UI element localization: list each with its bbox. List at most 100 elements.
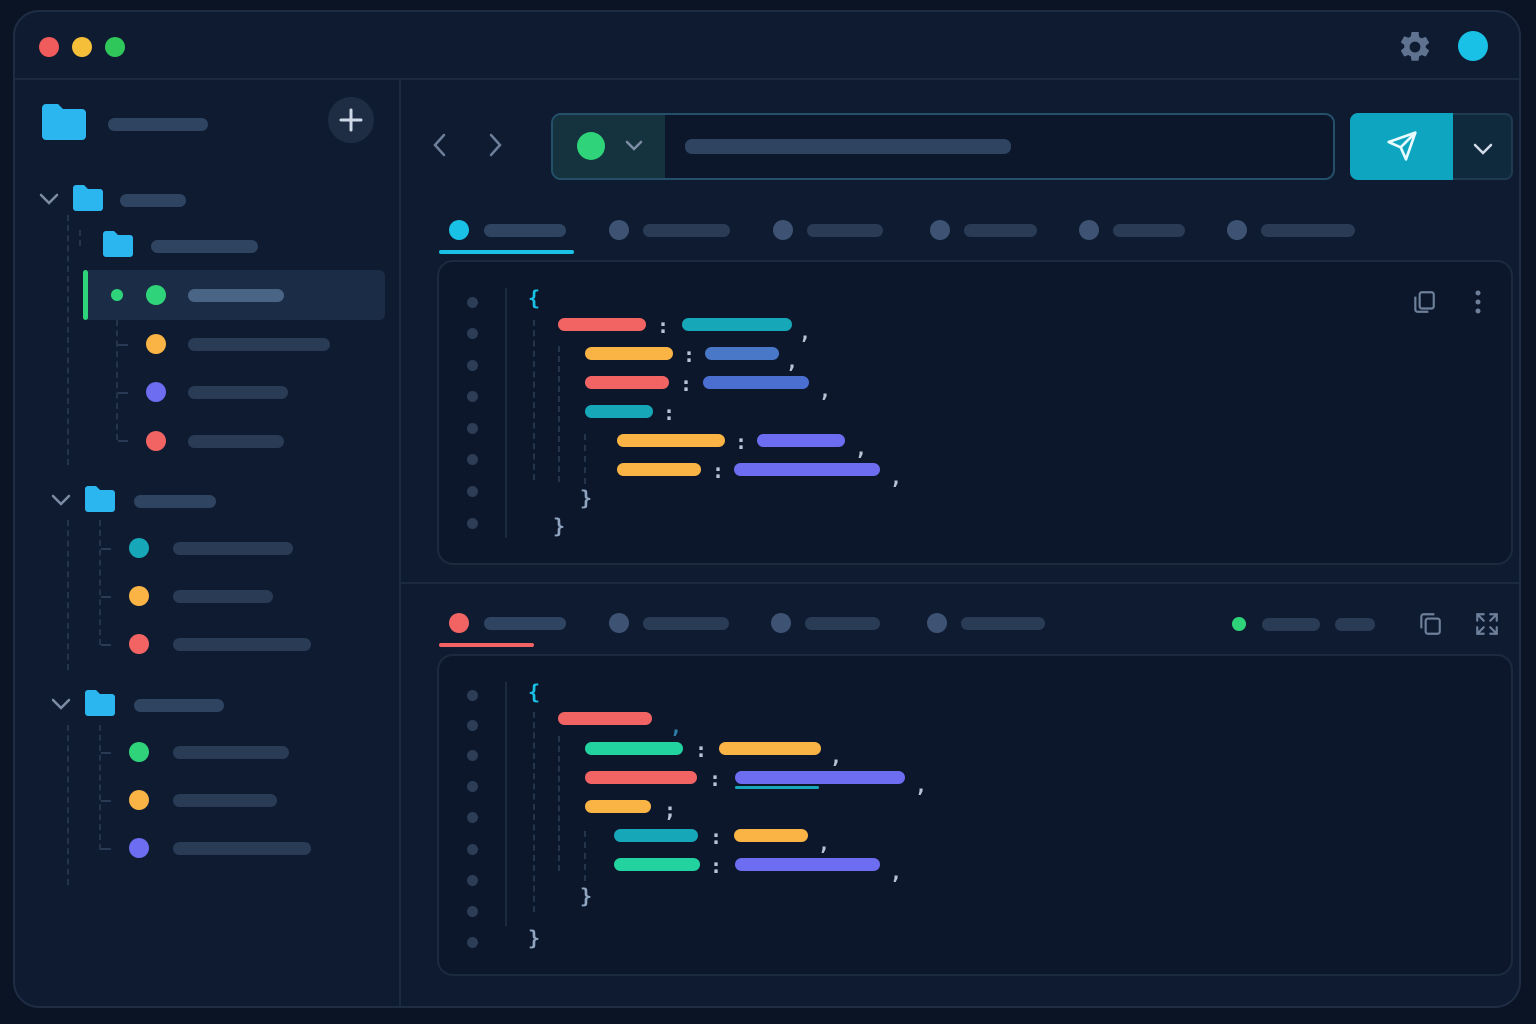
tab-icon xyxy=(773,220,793,240)
line-number xyxy=(467,812,478,823)
json-key xyxy=(585,771,697,784)
request-name[interactable] xyxy=(173,746,289,759)
open-brace: { xyxy=(528,680,541,704)
chevron-down-icon[interactable] xyxy=(51,697,71,711)
line-number xyxy=(467,875,478,886)
request-status-dot[interactable] xyxy=(146,431,166,451)
line-number xyxy=(467,454,478,465)
request-status-dot[interactable] xyxy=(146,334,166,354)
plus-icon xyxy=(339,108,363,132)
tab-1[interactable] xyxy=(439,200,575,255)
json-key xyxy=(558,712,652,725)
close-window-button[interactable] xyxy=(39,37,59,57)
request-body-editor[interactable]: { : , : , : , : : , : ,}} xyxy=(437,260,1513,565)
colon: : xyxy=(712,459,725,483)
collection-name[interactable] xyxy=(134,495,216,508)
gutter-divider xyxy=(505,288,507,538)
tab-3[interactable] xyxy=(771,595,883,650)
request-status-dot[interactable] xyxy=(146,382,166,402)
tree-guide xyxy=(99,520,101,645)
comma: , xyxy=(890,860,903,884)
json-key xyxy=(585,405,653,418)
tab-4[interactable] xyxy=(927,595,1047,650)
pane-divider[interactable] xyxy=(401,582,1519,584)
request-status-dot[interactable] xyxy=(129,742,149,762)
tree-branch xyxy=(101,596,111,598)
send-options-button[interactable] xyxy=(1453,113,1513,180)
method-selector[interactable] xyxy=(553,115,665,178)
chevron-left-icon[interactable] xyxy=(432,132,448,158)
json-key xyxy=(585,347,673,360)
tab-label xyxy=(807,224,883,237)
request-name[interactable] xyxy=(173,638,311,651)
tab-label xyxy=(961,617,1045,630)
chevron-down-icon[interactable] xyxy=(51,493,71,507)
tab-icon xyxy=(609,220,629,240)
request-status-dot[interactable] xyxy=(129,838,149,858)
request-status-dot xyxy=(146,285,166,305)
avatar[interactable] xyxy=(1458,31,1488,61)
tree-branch xyxy=(118,392,128,394)
comma: , xyxy=(799,320,812,344)
chevron-down-icon[interactable] xyxy=(39,192,59,206)
collection-name[interactable] xyxy=(120,194,186,207)
line-number xyxy=(467,391,478,402)
copy-icon[interactable] xyxy=(1411,288,1437,316)
tree-guide xyxy=(67,215,69,465)
tab-1[interactable] xyxy=(439,595,575,650)
method-status-dot xyxy=(577,132,605,160)
tab-label xyxy=(484,224,566,237)
tab-3[interactable] xyxy=(773,200,885,255)
json-key xyxy=(558,318,646,331)
tab-2[interactable] xyxy=(609,200,734,255)
send-button[interactable] xyxy=(1350,113,1453,180)
tab-icon xyxy=(449,613,469,633)
request-name[interactable] xyxy=(188,386,288,399)
chevron-right-icon[interactable] xyxy=(487,132,503,158)
line-number xyxy=(467,750,478,761)
request-name[interactable] xyxy=(173,842,311,855)
request-name[interactable] xyxy=(173,794,277,807)
response-status xyxy=(1262,618,1320,631)
add-button[interactable] xyxy=(328,97,374,143)
copy-icon[interactable] xyxy=(1417,610,1443,638)
collection-name[interactable] xyxy=(134,699,224,712)
response-body-viewer[interactable]: { , : , : , ; : , : ,}} xyxy=(437,654,1513,976)
url-bar[interactable] xyxy=(551,113,1335,180)
folder-icon xyxy=(85,690,115,716)
request-status-dot[interactable] xyxy=(129,634,149,654)
gear-icon[interactable] xyxy=(1397,29,1433,65)
request-name[interactable] xyxy=(173,590,273,603)
tree-branch xyxy=(101,752,111,754)
minimize-window-button[interactable] xyxy=(72,37,92,57)
json-value xyxy=(734,463,880,476)
subfolder-name[interactable] xyxy=(151,240,258,253)
comma: , xyxy=(818,831,831,855)
tab-icon xyxy=(771,613,791,633)
folder-icon xyxy=(85,486,115,512)
tab-icon xyxy=(1227,220,1247,240)
tree-guide xyxy=(67,520,69,670)
url-input[interactable] xyxy=(685,139,1011,154)
tab-icon xyxy=(930,220,950,240)
tab-2[interactable] xyxy=(609,595,734,650)
chevron-down-icon xyxy=(1473,143,1493,155)
request-status-dot[interactable] xyxy=(129,586,149,606)
colon: : xyxy=(657,314,670,338)
tab-4[interactable] xyxy=(930,200,1040,255)
request-status-dot[interactable] xyxy=(129,790,149,810)
more-vertical-icon[interactable] xyxy=(1466,288,1490,316)
request-name[interactable] xyxy=(188,435,284,448)
request-name[interactable] xyxy=(173,542,293,555)
indent-guide xyxy=(533,320,535,480)
active-tab-underline xyxy=(439,250,574,254)
expand-icon[interactable] xyxy=(1474,611,1500,637)
request-status-dot[interactable] xyxy=(129,538,149,558)
tab-6[interactable] xyxy=(1227,200,1359,255)
maximize-window-button[interactable] xyxy=(105,37,125,57)
comma: , xyxy=(819,378,832,402)
request-name[interactable] xyxy=(188,338,330,351)
tab-5[interactable] xyxy=(1079,200,1189,255)
close-brace: } xyxy=(553,514,566,538)
semicolon: ; xyxy=(664,798,677,822)
